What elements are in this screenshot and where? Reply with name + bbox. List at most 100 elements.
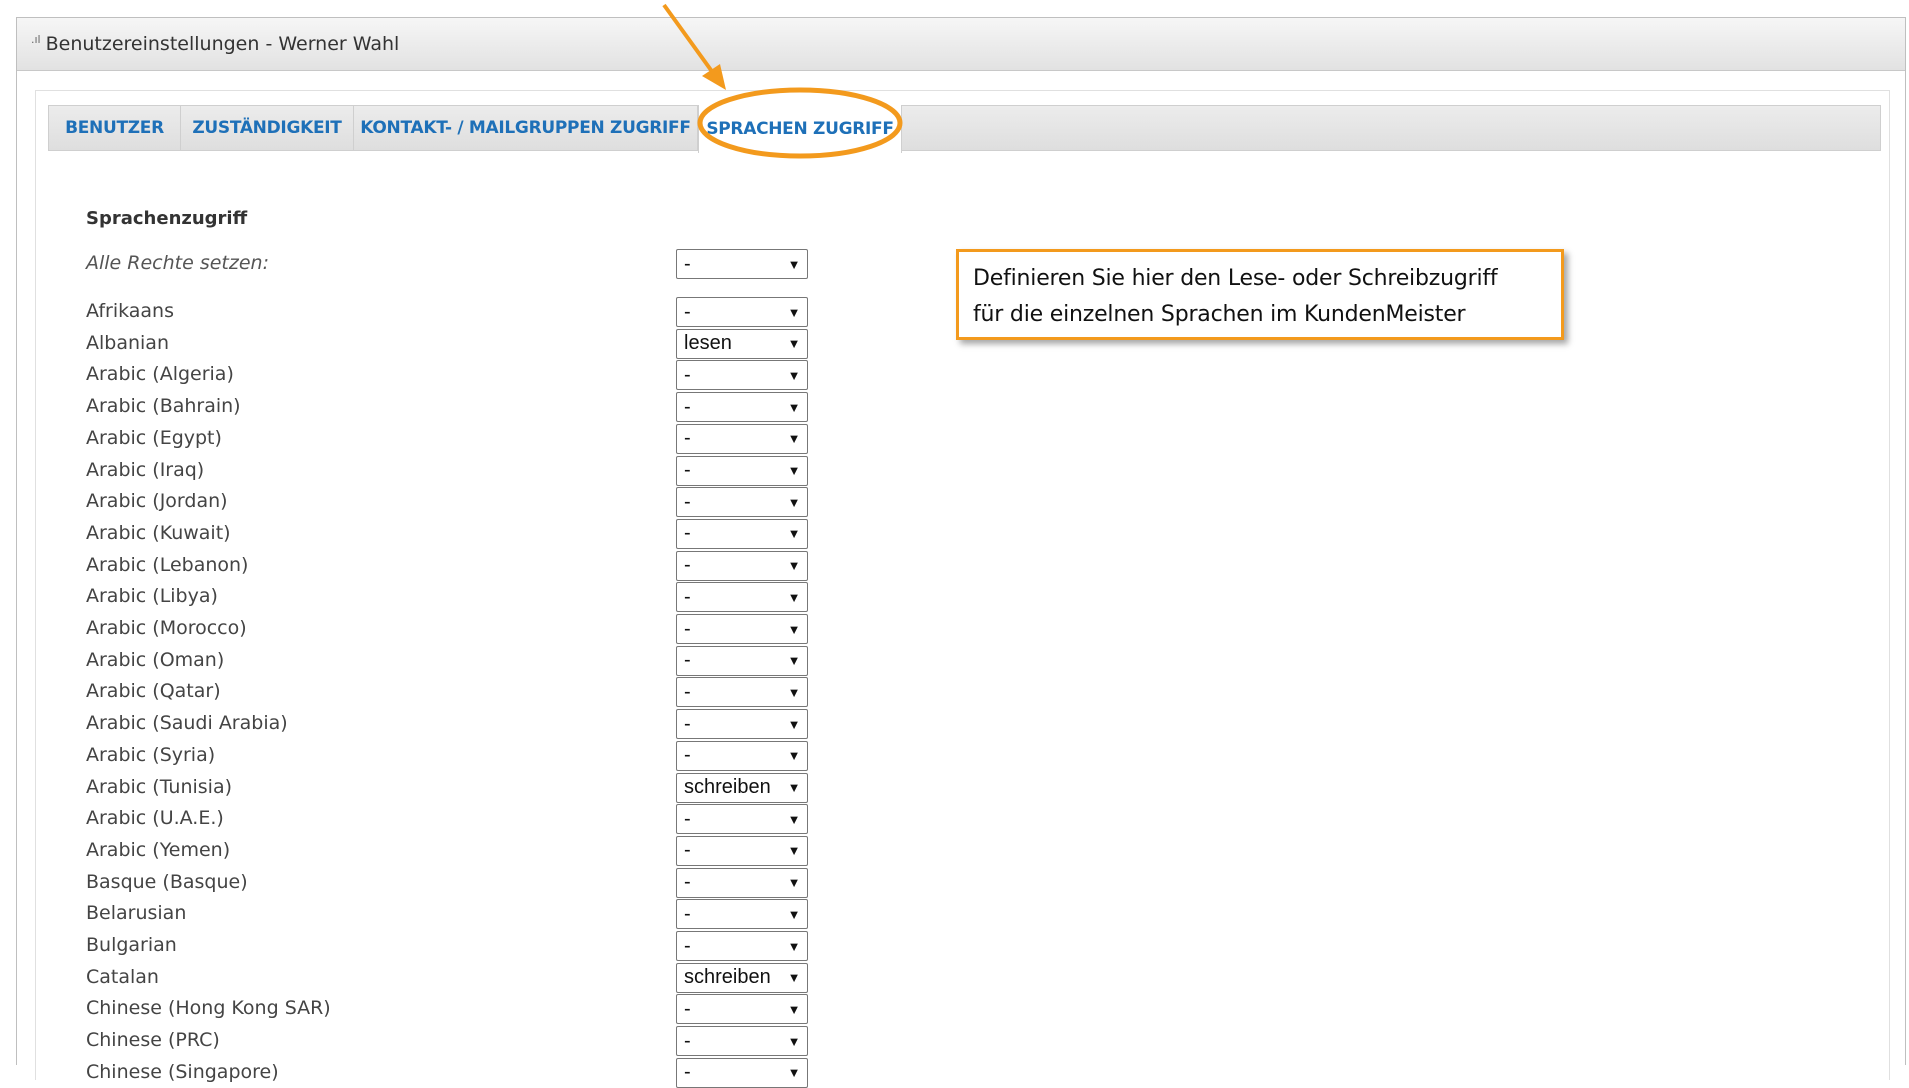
dropdown-arrow-icon: ▼ [787, 494, 801, 510]
language-name: Chinese (PRC) [86, 1029, 220, 1052]
language-name: Arabic (Egypt) [86, 426, 222, 449]
select-value: - [684, 934, 691, 957]
select-value: lesen [684, 332, 732, 355]
tab-sprachen-zugriff[interactable]: SPRACHEN ZUGRIFF [698, 105, 902, 153]
select-value: schreiben [684, 966, 771, 989]
language-row: Arabic (Saudi Arabia) - ▼ [86, 709, 808, 740]
language-access-select[interactable]: - ▼ [676, 518, 808, 549]
language-name: Arabic (Jordan) [86, 490, 228, 513]
language-row: Arabic (Lebanon) - ▼ [86, 550, 808, 581]
language-access-select[interactable]: - ▼ [676, 740, 808, 771]
select-value: - [684, 490, 691, 513]
dropdown-arrow-icon: ▼ [787, 367, 801, 383]
language-name: Chinese (Singapore) [86, 1060, 279, 1083]
select-value: - [684, 585, 691, 608]
tab-zustaendigkeit[interactable]: ZUSTÄNDIGKEIT [181, 105, 354, 151]
language-access-select[interactable]: - ▼ [676, 614, 808, 644]
set-all-select[interactable]: - ▼ [676, 249, 808, 279]
select-value: - [684, 997, 691, 1020]
dropdown-arrow-icon: ▼ [787, 621, 801, 637]
callout-line-2: für die einzelnen Sprachen im KundenMeis… [973, 302, 1466, 327]
language-row: Arabic (Morocco) - ▼ [86, 614, 808, 644]
dropdown-arrow-icon: ▼ [787, 1065, 801, 1081]
dropdown-arrow-icon: ▼ [787, 431, 801, 447]
language-access-select[interactable]: - ▼ [676, 423, 808, 454]
select-value: - [684, 902, 691, 925]
language-name: Bulgarian [86, 934, 177, 956]
language-row: Catalan schreiben ▼ [86, 962, 808, 993]
language-access-select[interactable]: - ▼ [676, 677, 808, 708]
set-all-label: Alle Rechte setzen: [86, 252, 269, 274]
language-access-select[interactable]: - ▼ [676, 899, 808, 930]
language-name: Arabic (Libya) [86, 585, 218, 608]
dropdown-arrow-icon: ▼ [787, 653, 801, 669]
language-name: Arabic (Qatar) [86, 680, 221, 703]
select-value: - [684, 300, 691, 323]
dropdown-arrow-icon: ▼ [787, 526, 801, 542]
tab-benutzer[interactable]: BENUTZER [49, 105, 181, 151]
language-access-select[interactable]: lesen ▼ [676, 328, 808, 359]
language-row: Arabic (U.A.E.) - ▼ [86, 804, 808, 835]
content-panel: BENUTZER ZUSTÄNDIGKEIT KONTAKT- / MAILGR… [35, 90, 1890, 1088]
language-access-select[interactable]: - ▼ [676, 1057, 808, 1088]
language-row: Basque (Basque) - ▼ [86, 867, 808, 898]
language-access-select[interactable]: - ▼ [676, 994, 808, 1025]
language-name: Catalan [86, 965, 159, 988]
language-name: Arabic (Saudi Arabia) [86, 712, 288, 735]
language-row: Arabic (Oman) - ▼ [86, 645, 808, 676]
language-name: Arabic (Syria) [86, 743, 216, 766]
language-access-select[interactable]: - ▼ [676, 804, 808, 835]
dropdown-arrow-icon: ▼ [787, 970, 801, 986]
language-access-select[interactable]: - ▼ [676, 392, 808, 423]
language-access-select[interactable]: - ▼ [676, 455, 808, 486]
language-access-select[interactable]: - ▼ [676, 360, 808, 391]
language-name: Chinese (Hong Kong SAR) [86, 997, 331, 1020]
language-row: Arabic (Algeria) - ▼ [86, 360, 808, 391]
dropdown-arrow-icon: ▼ [787, 716, 801, 732]
dropdown-arrow-icon: ▼ [787, 906, 801, 922]
language-row: Arabic (Kuwait) - ▼ [86, 518, 808, 549]
dropdown-arrow-icon: ▼ [787, 843, 801, 859]
language-name: Arabic (Tunisia) [86, 775, 233, 798]
language-access-select[interactable]: schreiben ▼ [676, 772, 808, 803]
language-access-select[interactable]: - ▼ [676, 550, 808, 581]
language-name: Afrikaans [86, 300, 174, 322]
language-access-select[interactable]: - ▼ [676, 931, 808, 961]
dropdown-arrow-icon: ▼ [787, 558, 801, 574]
tab-bar: BENUTZER ZUSTÄNDIGKEIT KONTAKT- / MAILGR… [48, 105, 1881, 153]
language-access-select[interactable]: - ▼ [676, 835, 808, 866]
language-access-select[interactable]: - ▼ [676, 709, 808, 740]
set-all-row: Alle Rechte setzen: - ▼ [86, 249, 808, 279]
dropdown-arrow-icon: ▼ [787, 399, 801, 415]
language-access-select[interactable]: - ▼ [676, 867, 808, 898]
language-access-select[interactable]: - ▼ [676, 297, 808, 327]
tab-kontakt-mailgruppen-zugriff[interactable]: KONTAKT- / MAILGRUPPEN ZUGRIFF [354, 105, 698, 151]
language-access-select[interactable]: - ▼ [676, 487, 808, 518]
select-value: - [684, 649, 691, 672]
select-value: - [684, 871, 691, 894]
dropdown-arrow-icon: ▼ [787, 811, 801, 827]
language-access-select[interactable]: - ▼ [676, 582, 808, 613]
language-name: Basque (Basque) [86, 870, 248, 893]
select-value: - [684, 807, 691, 830]
language-access-select[interactable]: schreiben ▼ [676, 962, 808, 993]
language-row: Arabic (Bahrain) - ▼ [86, 392, 808, 423]
select-value: - [684, 427, 691, 450]
language-row: Albanian lesen ▼ [86, 328, 808, 359]
language-access-select[interactable]: - ▼ [676, 645, 808, 676]
language-access-select[interactable]: - ▼ [676, 1026, 808, 1057]
callout-line-1: Definieren Sie hier den Lese- oder Schre… [973, 266, 1498, 291]
dropdown-arrow-icon: ▼ [787, 938, 801, 954]
select-value: - [684, 1029, 691, 1052]
dropdown-arrow-icon: ▼ [787, 1033, 801, 1049]
select-value: schreiben [684, 776, 771, 798]
dropdown-arrow-icon: ▼ [787, 748, 801, 764]
select-value: - [684, 522, 691, 545]
dropdown-arrow-icon: ▼ [787, 336, 801, 352]
select-value: - [684, 554, 691, 577]
language-row: Arabic (Tunisia) schreiben ▼ [86, 772, 808, 803]
callout-box: Definieren Sie hier den Lese- oder Schre… [956, 249, 1564, 340]
language-name: Arabic (Yemen) [86, 838, 231, 861]
language-name: Belarusian [86, 902, 187, 925]
language-name: Arabic (Iraq) [86, 458, 205, 481]
